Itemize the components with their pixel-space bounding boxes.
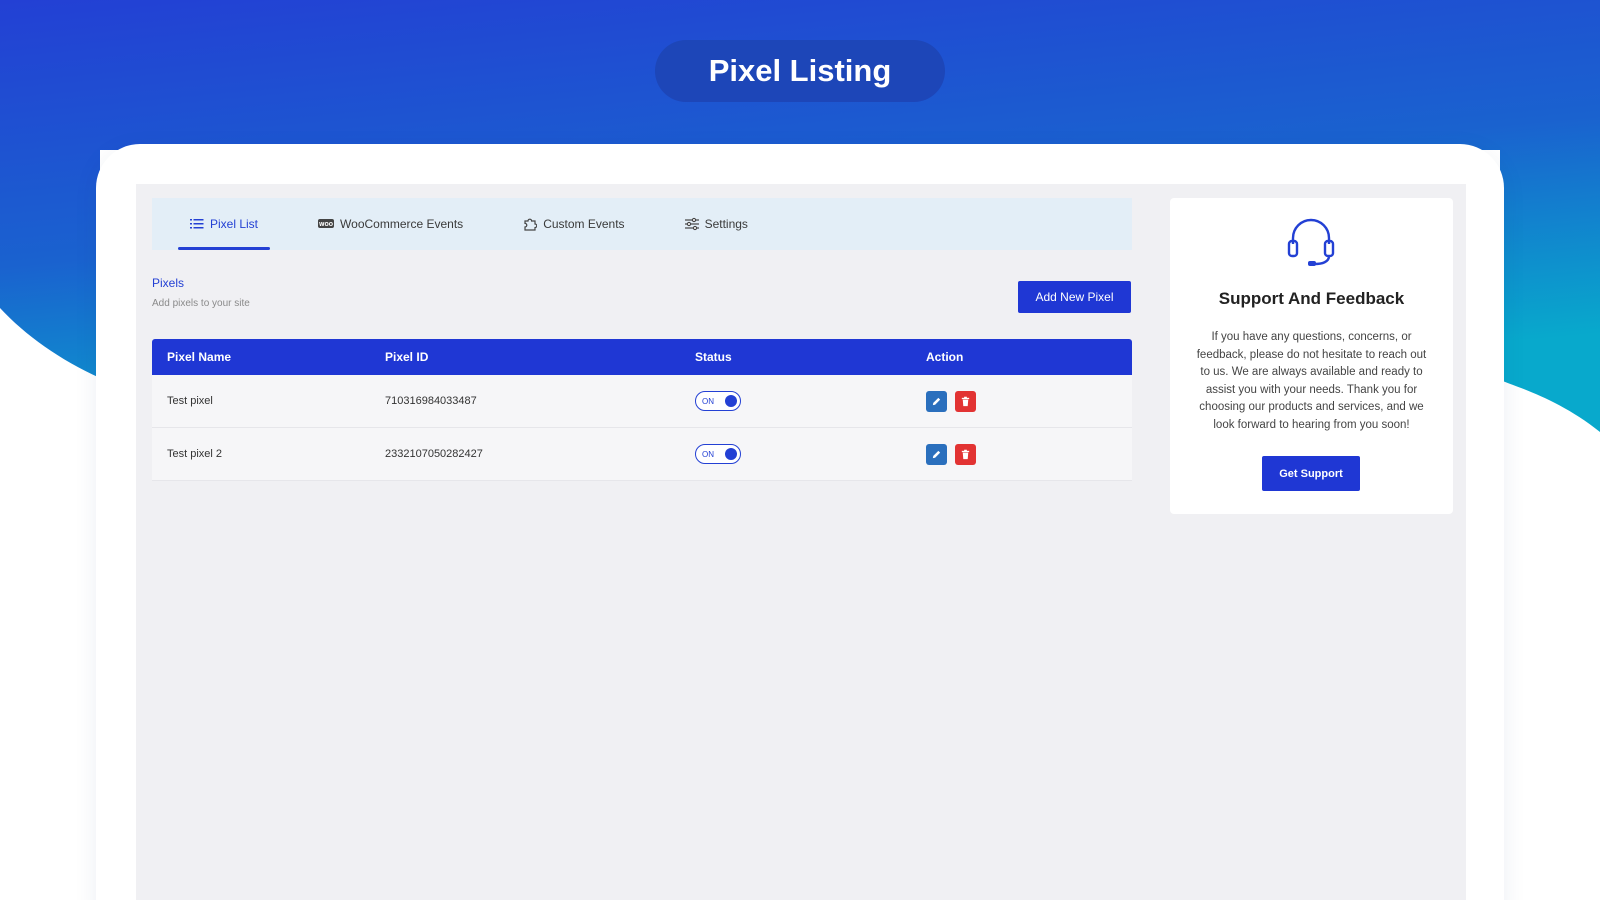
status-cell: ON bbox=[695, 391, 926, 411]
tab-label: Custom Events bbox=[543, 217, 625, 231]
puzzle-icon bbox=[524, 218, 538, 231]
column-header-action: Action bbox=[926, 350, 964, 364]
get-support-button[interactable]: Get Support bbox=[1262, 456, 1360, 491]
column-header-pixel-name: Pixel Name bbox=[167, 350, 232, 364]
sliders-icon bbox=[684, 217, 699, 231]
pixel-name-cell: Test pixel 2 bbox=[167, 448, 223, 460]
pencil-icon bbox=[932, 397, 941, 405]
tab-label: Pixel List bbox=[210, 217, 259, 231]
toggle-knob bbox=[725, 448, 737, 460]
svg-text:WOO: WOO bbox=[319, 222, 333, 228]
pixel-name-cell: Test pixel bbox=[167, 395, 213, 407]
tab-pixel-list[interactable]: Pixel List bbox=[177, 198, 271, 250]
toggle-knob bbox=[725, 395, 737, 407]
pixel-table: Pixel Name Pixel ID Status Action Test p… bbox=[152, 339, 1132, 481]
table-header: Pixel Name Pixel ID Status Action bbox=[152, 339, 1132, 375]
section-title: Pixels bbox=[152, 276, 185, 290]
status-toggle[interactable]: ON bbox=[695, 444, 741, 464]
column-header-status: Status bbox=[695, 350, 732, 364]
trash-icon bbox=[961, 396, 970, 406]
tab-bar: Pixel List WOO WooCommerce Events Custom… bbox=[152, 198, 1132, 250]
column-header-pixel-id: Pixel ID bbox=[385, 350, 429, 364]
tab-label: Settings bbox=[704, 217, 748, 231]
support-card: Support And Feedback If you have any que… bbox=[1170, 198, 1453, 514]
delete-button[interactable] bbox=[955, 443, 976, 465]
status-toggle[interactable]: ON bbox=[695, 391, 741, 411]
edit-button[interactable] bbox=[926, 443, 947, 465]
status-cell: ON bbox=[695, 444, 926, 464]
tab-settings[interactable]: Settings bbox=[684, 198, 748, 250]
pixel-id-cell: 2332107050282427 bbox=[385, 448, 483, 460]
support-title: Support And Feedback bbox=[1218, 289, 1405, 308]
list-icon bbox=[190, 219, 204, 229]
toggle-label: ON bbox=[702, 396, 714, 406]
pixel-id-cell: 710316984033487 bbox=[385, 395, 477, 407]
toggle-label: ON bbox=[702, 449, 714, 459]
tab-custom-events[interactable]: Custom Events bbox=[523, 198, 625, 250]
trash-icon bbox=[961, 449, 970, 459]
table-row: Test pixel 2 2332107050282427 ON bbox=[152, 428, 1132, 481]
support-text: If you have any questions, concerns, or … bbox=[1196, 331, 1427, 431]
woo-icon: WOO bbox=[318, 219, 335, 228]
action-cell bbox=[926, 390, 1132, 412]
page-title: Pixel Listing bbox=[655, 40, 945, 102]
delete-button[interactable] bbox=[955, 390, 976, 412]
headset-icon bbox=[1287, 218, 1335, 266]
section-subtitle: Add pixels to your site bbox=[152, 298, 250, 309]
action-cell bbox=[926, 443, 1132, 465]
add-new-pixel-button[interactable]: Add New Pixel bbox=[1018, 281, 1131, 313]
pencil-icon bbox=[932, 450, 941, 458]
tab-woocommerce-events[interactable]: WOO WooCommerce Events bbox=[318, 198, 463, 250]
tab-label: WooCommerce Events bbox=[340, 217, 464, 231]
table-row: Test pixel 710316984033487 ON bbox=[152, 375, 1132, 428]
edit-button[interactable] bbox=[926, 390, 947, 412]
